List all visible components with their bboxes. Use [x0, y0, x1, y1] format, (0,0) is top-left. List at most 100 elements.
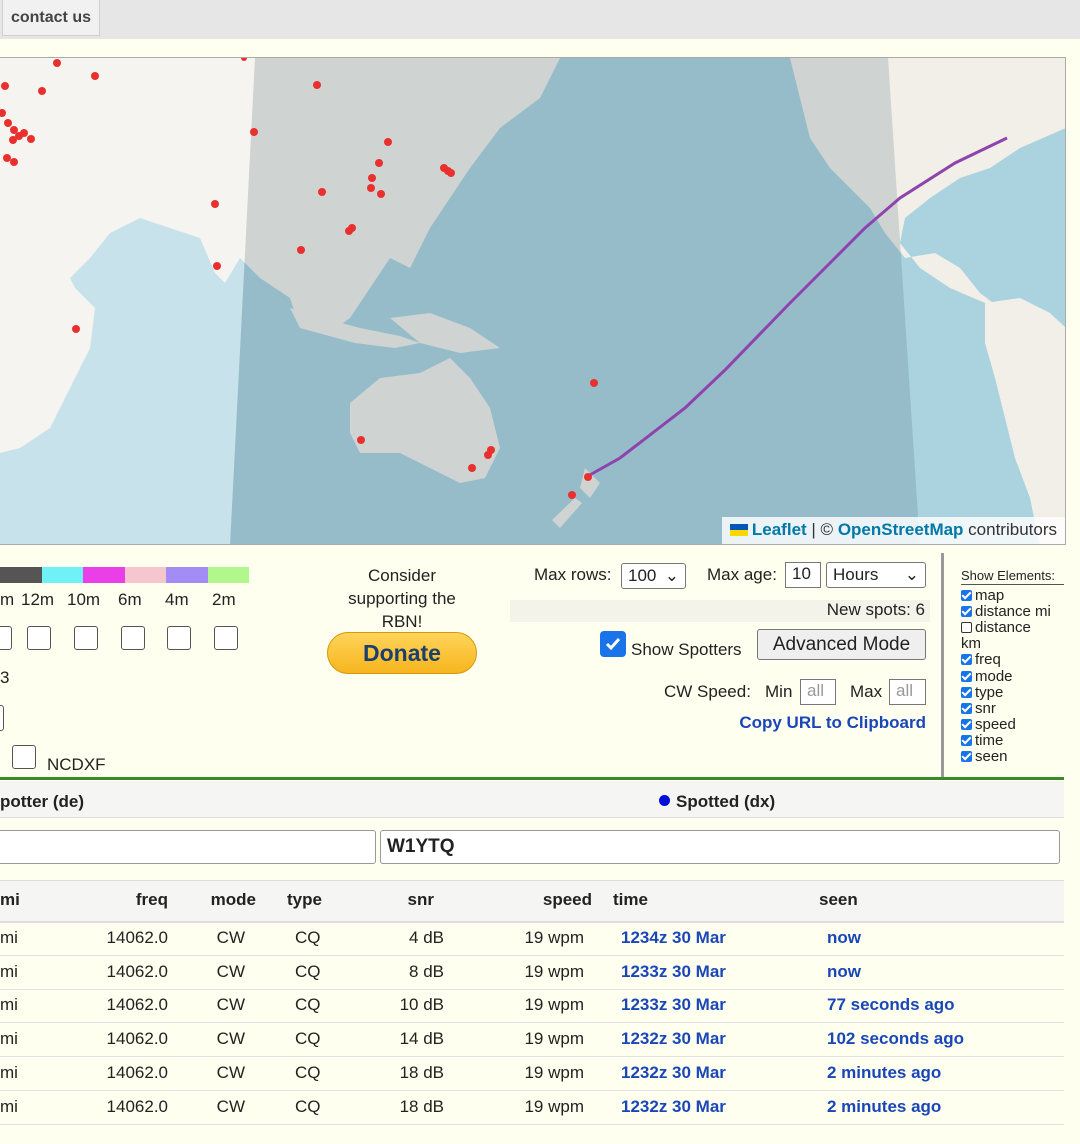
dx-filter-input[interactable]: W1YTQ: [380, 830, 1060, 864]
cell-time[interactable]: 1233z 30 Mar: [621, 962, 726, 982]
cell-seen[interactable]: 102 seconds ago: [827, 1029, 964, 1049]
column-header-snr[interactable]: snr: [408, 890, 434, 910]
spotted-header: Spotted (dx): [659, 792, 775, 812]
show-element-option[interactable]: snr: [961, 700, 1064, 716]
show-element-option[interactable]: freq: [961, 652, 1064, 668]
show-element-option[interactable]: distance mi: [961, 603, 1064, 619]
spot-map[interactable]: Leaflet | © OpenStreetMap contributors: [0, 57, 1066, 545]
band-checkbox[interactable]: [27, 626, 51, 650]
show-element-label: speed: [975, 716, 1016, 734]
cell-seen[interactable]: 2 minutes ago: [827, 1097, 941, 1117]
cell-seen[interactable]: now: [827, 962, 861, 982]
section-divider: [0, 777, 1064, 780]
column-header-freq[interactable]: freq: [136, 890, 168, 910]
partial-label: 3: [0, 668, 10, 687]
cell-freq: 14062.0: [106, 962, 168, 981]
band-checkbox[interactable]: [74, 626, 98, 650]
checkbox-icon[interactable]: [961, 670, 972, 682]
band-checkbox[interactable]: [167, 626, 191, 650]
advanced-mode-button[interactable]: Advanced Mode: [757, 629, 926, 660]
cell-mode: CW: [216, 1029, 245, 1048]
cell-seen[interactable]: 2 minutes ago: [827, 1063, 941, 1083]
nav-tab-contact-us[interactable]: contact us: [2, 0, 100, 36]
cell-seen[interactable]: now: [827, 928, 861, 948]
cell-freq: 14062.0: [106, 1097, 168, 1116]
checkbox-icon[interactable]: [961, 654, 972, 666]
show-spotters-checkbox[interactable]: [600, 631, 626, 657]
cell-speed: 19 wpm: [524, 1029, 584, 1048]
checkbox-icon[interactable]: [961, 605, 972, 617]
show-element-option[interactable]: time: [961, 733, 1064, 749]
show-element-option[interactable]: mode: [961, 668, 1064, 684]
table-row[interactable]: mi 14062.0 CW CQ 14 dB 19 wpm 1232z 30 Mar 102 …: [0, 1022, 1064, 1057]
column-header-speed[interactable]: speed: [543, 890, 592, 910]
band-color-swatch: [124, 567, 166, 583]
show-element-option[interactable]: type: [961, 684, 1064, 700]
cell-type: CQ: [295, 1029, 321, 1048]
column-header-time[interactable]: time: [613, 890, 648, 910]
column-header-mi[interactable]: mi: [0, 890, 20, 910]
cell-type: CQ: [295, 1097, 321, 1116]
show-element-option[interactable]: distance: [961, 619, 1064, 635]
table-row[interactable]: mi 14062.0 CW CQ 10 dB 19 wpm 1233z 30 Mar 77 s…: [0, 988, 1064, 1023]
cell-freq: 14062.0: [106, 995, 168, 1014]
max-age-unit-select[interactable]: Hours ⌄: [826, 562, 926, 588]
table-row[interactable]: mi 14062.0 CW CQ 4 dB 19 wpm 1234z 30 Mar now: [0, 921, 1064, 956]
checkbox-icon[interactable]: [961, 735, 972, 747]
column-header-type[interactable]: type: [287, 890, 322, 910]
band-color-legend: [0, 567, 249, 583]
cell-snr: 18 dB: [399, 1063, 444, 1082]
table-row[interactable]: mi 14062.0 CW CQ 8 dB 19 wpm 1233z 30 Mar now: [0, 955, 1064, 990]
checkbox-icon[interactable]: [961, 686, 972, 698]
band-color-swatch: [41, 567, 83, 583]
cell-time[interactable]: 1233z 30 Mar: [621, 995, 726, 1015]
checkbox-icon[interactable]: [961, 702, 972, 714]
checkbox-icon[interactable]: [961, 589, 972, 601]
night-shade-mid: [230, 58, 920, 544]
cell-time[interactable]: 1234z 30 Mar: [621, 928, 726, 948]
max-age-input[interactable]: 10: [785, 562, 821, 588]
donate-button[interactable]: Donate: [327, 632, 477, 674]
cell-mode: CW: [216, 962, 245, 981]
band-checkbox[interactable]: [121, 626, 145, 650]
osm-link[interactable]: OpenStreetMap: [838, 520, 964, 539]
cell-speed: 19 wpm: [524, 962, 584, 981]
cell-time[interactable]: 1232z 30 Mar: [621, 1029, 726, 1049]
blue-dot-icon: [659, 795, 670, 806]
checkbox-icon[interactable]: [961, 719, 972, 731]
checkbox-icon[interactable]: [961, 751, 972, 763]
cw-min-input[interactable]: all: [800, 679, 836, 705]
show-element-option[interactable]: speed: [961, 717, 1064, 733]
column-header-mode[interactable]: mode: [211, 890, 256, 910]
cw-max-label: Max: [850, 682, 883, 701]
show-element-label: distance: [975, 618, 1031, 636]
partial-checkbox[interactable]: [0, 705, 4, 731]
ncdxf-checkbox[interactable]: [12, 745, 36, 769]
chevron-down-icon: ⌄: [904, 565, 919, 584]
band-checkbox[interactable]: [214, 626, 238, 650]
checkbox-icon[interactable]: [961, 621, 972, 633]
table-row[interactable]: mi 14062.0 CW CQ 18 dB 19 wpm 1232z 30 Mar 2 mi…: [0, 1056, 1064, 1091]
cell-seen[interactable]: 77 seconds ago: [827, 995, 955, 1015]
cell-time[interactable]: 1232z 30 Mar: [621, 1063, 726, 1083]
show-element-label: distance mi: [975, 602, 1051, 620]
cell-speed: 19 wpm: [524, 928, 584, 947]
leaflet-link[interactable]: Leaflet: [752, 520, 807, 539]
show-spotters-label: Show Spotters: [631, 640, 742, 659]
show-element-option[interactable]: seen: [961, 749, 1064, 765]
max-age-label: Max age:: [707, 565, 777, 584]
table-row[interactable]: mi 14062.0 CW CQ 18 dB 19 wpm 1232z 30 Mar 2 mi…: [0, 1090, 1064, 1125]
cell-snr: 4 dB: [409, 928, 444, 947]
copy-url-link[interactable]: Copy URL to Clipboard: [739, 713, 926, 733]
show-element-option[interactable]: km: [961, 636, 1064, 652]
cell-time[interactable]: 1232z 30 Mar: [621, 1097, 726, 1117]
show-element-option[interactable]: map: [961, 587, 1064, 603]
map-canvas: [0, 58, 1065, 544]
spotter-filter-input[interactable]: [0, 830, 376, 864]
cell-speed: 19 wpm: [524, 995, 584, 1014]
max-rows-label: Max rows:: [534, 565, 612, 584]
cw-max-input[interactable]: all: [889, 679, 926, 705]
band-checkbox[interactable]: [0, 626, 12, 650]
max-rows-select[interactable]: 100 ⌄: [621, 563, 686, 589]
column-header-seen[interactable]: seen: [819, 890, 858, 910]
